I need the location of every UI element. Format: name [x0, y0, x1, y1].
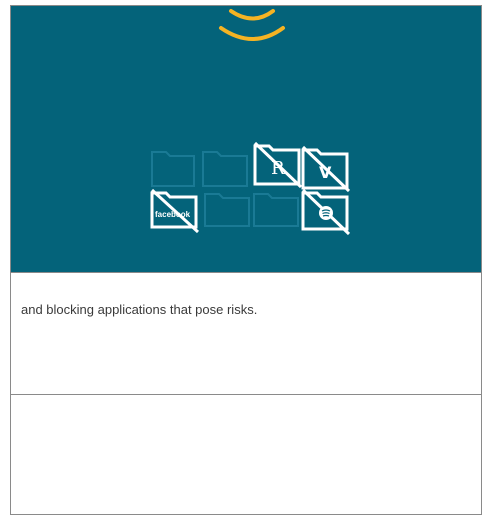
- section-divider: [11, 394, 481, 395]
- signal-arc-inner-icon: [229, 9, 275, 21]
- signal-arc-outer-icon: [219, 26, 285, 41]
- vine-icon: V: [319, 163, 332, 182]
- r-letter-icon: R: [271, 158, 285, 179]
- hero-svg: R V facebook: [150, 9, 351, 236]
- facebook-icon: facebook: [155, 210, 191, 219]
- hero-illustration: R V facebook: [11, 6, 481, 273]
- folder-icon: [253, 193, 299, 227]
- folder-icon: [202, 151, 248, 187]
- spotify-icon: [319, 206, 333, 220]
- slide-frame: R V facebook and blocking applications t…: [10, 5, 482, 515]
- folder-icon: [151, 151, 195, 187]
- description-text: and blocking applications that pose risk…: [21, 302, 258, 317]
- folder-icon: [204, 193, 250, 227]
